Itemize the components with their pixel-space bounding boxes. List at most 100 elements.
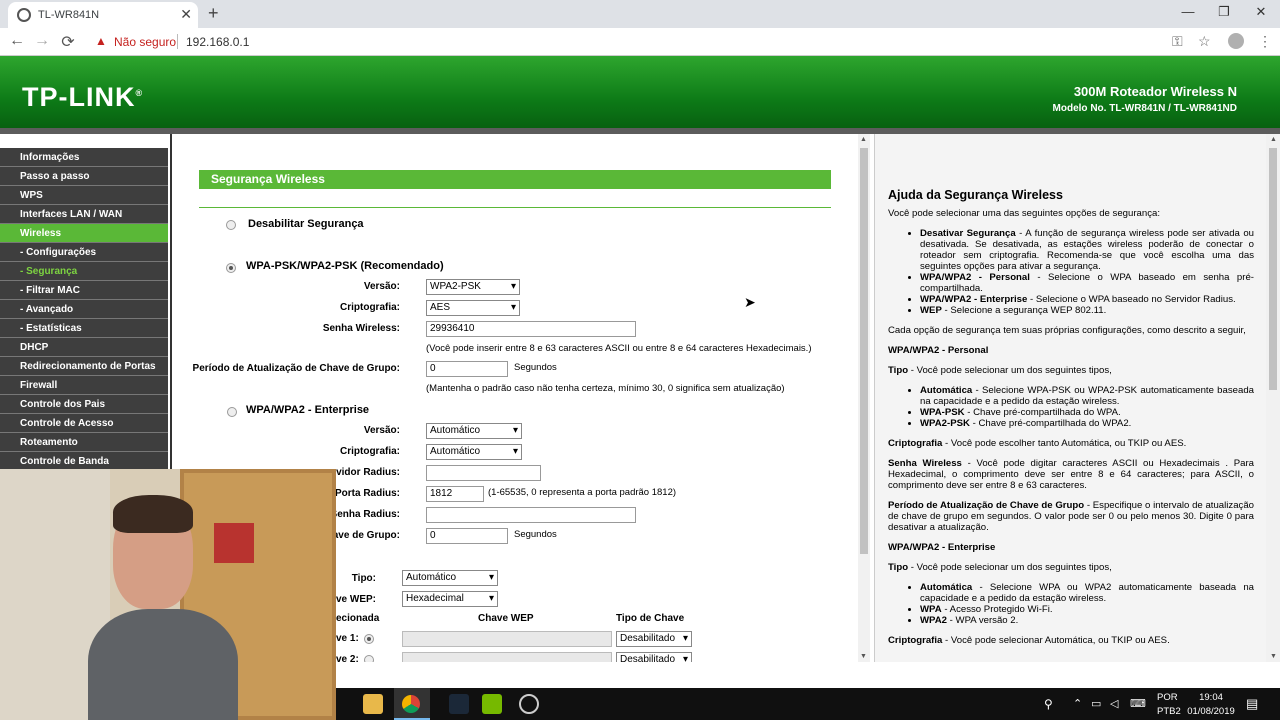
sidebar-item-wps[interactable]: WPS bbox=[0, 186, 168, 205]
form-scroll-thumb[interactable] bbox=[860, 148, 868, 554]
people-icon[interactable]: ⚲ bbox=[1044, 697, 1053, 711]
help-crypto: Criptografia - Você pode escolher tanto … bbox=[888, 438, 1187, 449]
warning-icon[interactable]: ▲ bbox=[95, 34, 107, 48]
language-indicator[interactable]: POR bbox=[1157, 692, 1178, 703]
radius-port-input[interactable]: 1812 bbox=[426, 486, 484, 502]
radius-password-input[interactable] bbox=[426, 507, 636, 523]
wep-key1-radio[interactable] bbox=[364, 634, 374, 644]
forward-button[interactable]: → bbox=[32, 32, 52, 50]
wep-key2-radio[interactable] bbox=[364, 655, 374, 662]
wep-key2-label: ve 2: bbox=[336, 654, 359, 662]
section-divider bbox=[199, 207, 831, 208]
maximize-button[interactable]: ❐ bbox=[1214, 4, 1234, 20]
minimize-button[interactable]: — bbox=[1178, 4, 1198, 19]
sidebar-item-mac-filter[interactable]: - Filtrar MAC bbox=[0, 281, 168, 300]
sidebar-item-statistics[interactable]: - Estatísticas bbox=[0, 319, 168, 338]
sidebar-item-parental-control[interactable]: Controle dos Pais bbox=[0, 395, 168, 414]
tab-close-icon[interactable]: ✕ bbox=[180, 6, 192, 23]
steam-icon[interactable] bbox=[449, 694, 469, 714]
ent-crypto-select[interactable]: Automático bbox=[426, 444, 522, 460]
notifications-icon[interactable]: ▤ bbox=[1246, 696, 1258, 712]
help-scrollbar[interactable]: ▲ ▼ bbox=[1266, 134, 1280, 662]
sidebar-item-firewall[interactable]: Firewall bbox=[0, 376, 168, 395]
radio-wpa-psk[interactable] bbox=[226, 263, 236, 273]
sidebar-item-advanced[interactable]: - Avançado bbox=[0, 300, 168, 319]
wep-key1-input[interactable] bbox=[402, 631, 612, 647]
browser-tab[interactable]: TL-WR841N ✕ bbox=[8, 2, 198, 28]
help-option-item: WPA/WPA2 - Enterprise - Selecione o WPA … bbox=[920, 294, 1254, 305]
ent-period-input[interactable]: 0 bbox=[426, 528, 508, 544]
help-type-item: Automática - Selecione WPA ou WPA2 autom… bbox=[920, 582, 1254, 604]
network-icon[interactable]: ▭ bbox=[1091, 697, 1101, 710]
keyboard-layout-indicator[interactable]: PTB2 bbox=[1157, 706, 1181, 717]
volume-icon[interactable]: ◁ bbox=[1110, 697, 1118, 710]
new-tab-button[interactable]: + bbox=[208, 3, 219, 24]
psk-password-input[interactable]: 29936410 bbox=[426, 321, 636, 337]
clock-time[interactable]: 19:04 bbox=[1186, 692, 1236, 703]
obs-icon[interactable] bbox=[519, 694, 539, 714]
sidebar-item-quick-setup[interactable]: Passo a passo bbox=[0, 167, 168, 186]
browser-menu-icon[interactable]: ⋮ bbox=[1258, 33, 1272, 50]
file-explorer-icon[interactable] bbox=[363, 694, 383, 714]
wep-key1-type-select[interactable]: Desabilitado bbox=[616, 631, 692, 647]
help-option-item: WPA/WPA2 - Personal - Selecione o WPA ba… bbox=[920, 272, 1254, 294]
radius-ip-input[interactable] bbox=[426, 465, 541, 481]
psk-period-input[interactable]: 0 bbox=[426, 361, 508, 377]
tray-expand-icon[interactable]: ⌃ bbox=[1073, 697, 1082, 710]
sidebar-item-wireless[interactable]: Wireless bbox=[0, 224, 168, 243]
wep-key1-label: ve 1: bbox=[336, 633, 359, 644]
sidebar-item-access-control[interactable]: Controle de Acesso bbox=[0, 414, 168, 433]
wep-col-selected: ecionada bbox=[336, 613, 380, 624]
help-period: Período de Atualização de Chave de Grupo… bbox=[888, 500, 1255, 533]
profile-avatar[interactable] bbox=[1228, 33, 1244, 49]
psk-period-note: (Mantenha o padrão caso não tenha certez… bbox=[426, 383, 785, 394]
help-scroll-thumb[interactable] bbox=[1269, 148, 1277, 390]
tab-title: TL-WR841N bbox=[38, 9, 100, 21]
key-icon[interactable]: ⚿ bbox=[1172, 33, 1183, 50]
address-bar[interactable]: 192.168.0.1 bbox=[186, 35, 249, 49]
sidebar-item-routing[interactable]: Roteamento bbox=[0, 433, 168, 452]
help-scroll-up-icon[interactable]: ▲ bbox=[1270, 136, 1277, 143]
keyboard-icon[interactable]: ⌨ bbox=[1130, 697, 1146, 710]
help-crypto2: Criptografia - Você pode selecionar Auto… bbox=[888, 635, 1170, 646]
sidebar-item-lan-wan[interactable]: Interfaces LAN / WAN bbox=[0, 205, 168, 224]
psk-password-note: (Você pode inserir entre 8 e 63 caracter… bbox=[426, 343, 812, 354]
clock-date[interactable]: 01/08/2019 bbox=[1186, 706, 1236, 717]
wep-type-select[interactable]: Automático bbox=[402, 570, 498, 586]
person-shirt bbox=[88, 609, 238, 720]
psk-version-label: Versão: bbox=[363, 281, 400, 292]
psk-version-select[interactable]: WPA2-PSK bbox=[426, 279, 520, 295]
help-scroll-down-icon[interactable]: ▼ bbox=[1270, 653, 1277, 660]
radio-disable-security[interactable] bbox=[226, 220, 236, 230]
radio-enterprise[interactable] bbox=[227, 407, 237, 417]
nvidia-icon[interactable] bbox=[482, 694, 502, 714]
close-window-button[interactable]: ✕ bbox=[1251, 4, 1271, 20]
sidebar-item-wireless-settings[interactable]: - Configurações bbox=[0, 243, 168, 262]
help-type-item: WPA - Acesso Protegido Wi-Fi. bbox=[920, 604, 1254, 615]
bookmark-star-icon[interactable]: ☆ bbox=[1198, 33, 1211, 50]
ent-version-select[interactable]: Automático bbox=[426, 423, 522, 439]
form-scrollbar[interactable]: ▲ ▼ bbox=[858, 134, 870, 662]
sidebar-item-status[interactable]: Informações bbox=[0, 148, 168, 167]
wep-format-select[interactable]: Hexadecimal bbox=[402, 591, 498, 607]
back-button[interactable]: ← bbox=[7, 32, 27, 50]
wep-col-keytype: Tipo de Chave bbox=[616, 613, 685, 624]
psk-password-label: Senha Wireless: bbox=[322, 323, 400, 334]
sidebar-item-wireless-security[interactable]: - Segurança bbox=[0, 262, 168, 281]
browser-tab-strip: TL-WR841N ✕ + — ❐ ✕ bbox=[0, 0, 1280, 28]
taskbar-chrome-button[interactable] bbox=[394, 688, 430, 720]
security-status[interactable]: Não seguro bbox=[114, 35, 176, 49]
help-type-item: WPA2 - WPA versão 2. bbox=[920, 615, 1254, 626]
sidebar-item-dhcp[interactable]: DHCP bbox=[0, 338, 168, 357]
sidebar-item-port-forwarding[interactable]: Redirecionamento de Portas bbox=[0, 357, 168, 376]
scroll-up-icon[interactable]: ▲ bbox=[860, 136, 867, 143]
wep-key2-input[interactable] bbox=[402, 652, 612, 662]
radius-port-note: (1-65535, 0 representa a porta padrão 18… bbox=[488, 487, 677, 498]
webcam-person bbox=[88, 495, 238, 720]
wep-key2-type-select[interactable]: Desabilitado bbox=[616, 652, 692, 662]
scroll-down-icon[interactable]: ▼ bbox=[860, 653, 867, 660]
psk-crypto-select[interactable]: AES bbox=[426, 300, 520, 316]
reload-button[interactable]: ⟳ bbox=[58, 32, 78, 52]
option-disable-security: Desabilitar Segurança bbox=[248, 218, 364, 230]
ent-version-label: Versão: bbox=[363, 425, 400, 436]
